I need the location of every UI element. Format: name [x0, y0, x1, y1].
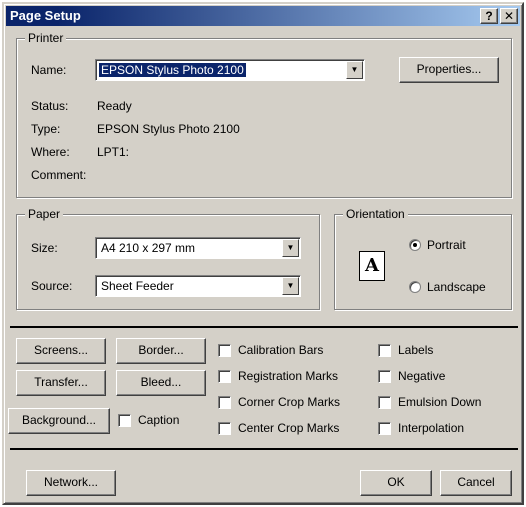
printer-name-select[interactable]: EPSON Stylus Photo 2100 ▼: [95, 59, 365, 81]
interpolation-checkbox[interactable]: [378, 422, 391, 435]
paper-source-label: Source:: [31, 279, 73, 293]
caption-label[interactable]: Caption: [138, 413, 179, 427]
help-button[interactable]: ?: [480, 8, 498, 24]
orientation-legend: Orientation: [343, 207, 408, 221]
paper-legend: Paper: [25, 207, 64, 221]
title-bar[interactable]: Page Setup ? ✕: [6, 6, 520, 26]
transfer-button[interactable]: Transfer...: [16, 370, 106, 396]
where-label: Where:: [31, 145, 70, 159]
radio-selected-dot: [413, 243, 417, 247]
chevron-down-icon[interactable]: ▼: [282, 277, 299, 295]
printer-legend: Printer: [25, 31, 67, 45]
interpolation-label[interactable]: Interpolation: [398, 421, 464, 435]
printer-name-value: EPSON Stylus Photo 2100: [99, 63, 246, 77]
properties-button[interactable]: Properties...: [399, 57, 499, 83]
emulsion-down-label[interactable]: Emulsion Down: [398, 395, 481, 409]
where-value: LPT1:: [97, 145, 130, 159]
portrait-label[interactable]: Portrait: [427, 238, 466, 252]
bleed-button[interactable]: Bleed...: [116, 370, 206, 396]
status-value: Ready: [97, 99, 132, 113]
labels-label[interactable]: Labels: [398, 343, 433, 357]
type-value: EPSON Stylus Photo 2100: [97, 122, 240, 136]
landscape-label[interactable]: Landscape: [427, 280, 486, 294]
center-crop-marks-label[interactable]: Center Crop Marks: [238, 421, 339, 435]
page-setup-dialog: Page Setup ? ✕ Printer Name: EPSON Stylu…: [2, 2, 524, 505]
network-button[interactable]: Network...: [26, 470, 116, 496]
paper-size-label: Size:: [31, 241, 58, 255]
chevron-down-icon[interactable]: ▼: [346, 61, 363, 79]
ok-button[interactable]: OK: [360, 470, 432, 496]
window-title: Page Setup: [10, 8, 81, 23]
portrait-radio[interactable]: [409, 239, 421, 251]
caption-checkbox[interactable]: [118, 414, 131, 427]
border-button[interactable]: Border...: [116, 338, 206, 364]
landscape-radio[interactable]: [409, 281, 421, 293]
registration-marks-label[interactable]: Registration Marks: [238, 369, 338, 383]
separator-bottom: [10, 448, 518, 450]
paper-size-value: A4 210 x 297 mm: [101, 241, 196, 255]
status-label: Status:: [31, 99, 69, 113]
corner-crop-marks-label[interactable]: Corner Crop Marks: [238, 395, 340, 409]
negative-checkbox[interactable]: [378, 370, 391, 383]
emulsion-down-checkbox[interactable]: [378, 396, 391, 409]
paper-source-select[interactable]: Sheet Feeder ▼: [95, 275, 301, 297]
printer-group: Printer Name: EPSON Stylus Photo 2100 ▼ …: [16, 31, 512, 198]
orientation-group: Orientation A Portrait Landscape: [334, 207, 512, 310]
portrait-page-icon: A: [359, 251, 385, 281]
screens-button[interactable]: Screens...: [16, 338, 106, 364]
comment-label: Comment:: [31, 168, 87, 182]
calibration-bars-label[interactable]: Calibration Bars: [238, 343, 323, 357]
type-label: Type:: [31, 122, 61, 136]
corner-crop-marks-checkbox[interactable]: [218, 396, 231, 409]
calibration-bars-checkbox[interactable]: [218, 344, 231, 357]
cancel-button[interactable]: Cancel: [440, 470, 512, 496]
negative-label[interactable]: Negative: [398, 369, 445, 383]
chevron-down-icon[interactable]: ▼: [282, 239, 299, 257]
separator-top: [10, 326, 518, 328]
close-button[interactable]: ✕: [500, 8, 518, 24]
paper-group: Paper Size: A4 210 x 297 mm ▼ Source: Sh…: [16, 207, 320, 310]
paper-size-select[interactable]: A4 210 x 297 mm ▼: [95, 237, 301, 259]
background-button[interactable]: Background...: [8, 408, 110, 434]
registration-marks-checkbox[interactable]: [218, 370, 231, 383]
printer-name-label: Name:: [31, 63, 67, 77]
labels-checkbox[interactable]: [378, 344, 391, 357]
paper-source-value: Sheet Feeder: [101, 279, 174, 293]
center-crop-marks-checkbox[interactable]: [218, 422, 231, 435]
